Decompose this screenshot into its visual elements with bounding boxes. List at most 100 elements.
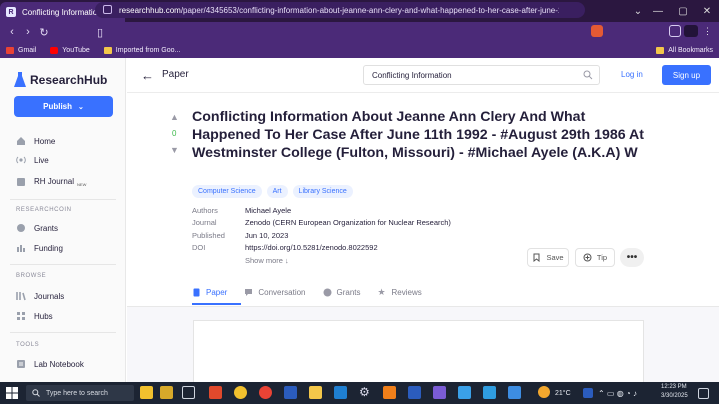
tray-icons[interactable]: ⌃ ▭ ◍ ◔ ♪ <box>598 389 637 398</box>
tip-button[interactable]: Tip <box>575 248 615 267</box>
taskbar-search-input[interactable]: Type here to search <box>26 385 134 401</box>
taskbar-widget-icon[interactable] <box>140 386 153 399</box>
taskbar-widget-icon[interactable] <box>160 386 173 399</box>
all-bookmarks-label: All Bookmarks <box>668 46 713 54</box>
taskbar-time[interactable]: 12:23 PM <box>661 384 687 390</box>
upvote-icon[interactable]: ▲ <box>170 112 179 122</box>
sidebar-item-rh-journal[interactable]: RH Journal NEW <box>16 176 86 187</box>
task-view-icon[interactable] <box>182 386 195 399</box>
bookmark-youtube[interactable]: YouTube <box>50 46 90 54</box>
publish-label: Publish <box>43 102 72 111</box>
meta-value-published: Jun 10, 2023 <box>245 231 289 240</box>
sidebar: ResearchHub Publish ⌄ Home Live RH Journ… <box>0 58 126 382</box>
active-tab-indicator <box>192 303 241 305</box>
taskbar-search-placeholder: Type here to search <box>46 389 108 397</box>
address-bar[interactable]: researchhub.com/paper/4345653/conflictin… <box>95 2 585 18</box>
sidebar-item-label: Funding <box>34 243 63 253</box>
sidebar-item-home[interactable]: Home <box>16 136 55 146</box>
meta-value-doi[interactable]: https://doi.org/10.5281/zenodo.8022592 <box>245 243 378 252</box>
maximize-icon[interactable]: ▢ <box>670 0 696 22</box>
new-badge: NEW <box>77 182 87 187</box>
taskbar-app-icon[interactable] <box>508 386 521 399</box>
minimize-icon[interactable]: — <box>645 0 671 22</box>
sidebar-item-label: Hubs <box>34 311 53 321</box>
logo-text: ResearchHub <box>30 73 108 87</box>
word-icon[interactable] <box>408 386 421 399</box>
tag-computer-science[interactable]: Computer Science <box>192 185 262 198</box>
tab-title: Conflicting Information About <box>22 7 107 17</box>
tip-icon <box>583 253 592 262</box>
weather-temp[interactable]: 21°C <box>555 390 571 397</box>
vlc-icon[interactable] <box>383 386 396 399</box>
windows-start-icon[interactable] <box>6 387 18 399</box>
back-nav-icon[interactable]: ‹ <box>4 26 20 38</box>
sidebar-item-hubs[interactable]: Hubs <box>16 311 53 321</box>
section-browse: BROWSE <box>16 273 47 279</box>
downvote-icon[interactable]: ▼ <box>170 145 179 155</box>
search-icon <box>32 389 40 397</box>
notebook-icon <box>17 360 25 368</box>
folder-icon <box>103 46 112 54</box>
chrome-icon[interactable] <box>259 386 272 399</box>
sidebar-item-label: Journals <box>34 291 65 301</box>
sidebar-item-live[interactable]: Live <box>16 155 49 165</box>
sidebar-item-funding[interactable]: Funding <box>16 243 63 253</box>
bookmark-gmail[interactable]: Gmail <box>6 46 37 54</box>
tag-library-science[interactable]: Library Science <box>292 185 353 198</box>
journals-icon <box>16 292 26 301</box>
live-icon <box>16 156 26 164</box>
tab-grants[interactable]: Grants <box>323 282 361 302</box>
sidebar-item-lab-notebook[interactable]: Lab Notebook <box>16 359 84 369</box>
word-icon[interactable] <box>284 386 297 399</box>
notifications-icon[interactable] <box>698 388 709 399</box>
bookmark-label: Gmail <box>18 46 37 54</box>
show-more-link[interactable]: Show more ↓ <box>245 256 289 265</box>
section-researchcoin: RESEARCHCOIN <box>16 207 72 213</box>
document-icon <box>193 288 200 296</box>
tag-art[interactable]: Art <box>266 185 288 198</box>
reload-icon[interactable]: ↻ <box>36 26 52 39</box>
funding-icon <box>17 245 25 252</box>
bookmark-imported[interactable]: Imported from Goo... <box>103 46 180 54</box>
meta-value-authors[interactable]: Michael Ayele <box>245 206 291 215</box>
search-input[interactable]: Conflicting Information <box>363 65 600 85</box>
bookmark-page-icon[interactable]: ▯ <box>92 26 108 39</box>
taskbar-app-icon[interactable] <box>483 386 496 399</box>
weather-icon[interactable] <box>538 386 550 398</box>
taskbar-app-icon[interactable] <box>433 386 446 399</box>
sidebar-item-label: Lab Notebook <box>34 359 84 369</box>
login-link[interactable]: Log in <box>621 70 643 79</box>
search-icon[interactable] <box>583 70 593 80</box>
profile-icon[interactable] <box>684 25 698 37</box>
researchhub-logo[interactable]: ResearchHub <box>14 72 107 88</box>
signup-button[interactable]: Sign up <box>662 65 711 85</box>
menu-icon[interactable]: ⋮ <box>703 25 712 37</box>
site-info-icon[interactable] <box>103 5 112 14</box>
paper-title: Conflicting Information About Jeanne Ann… <box>192 109 645 162</box>
publish-button[interactable]: Publish ⌄ <box>14 96 113 117</box>
paper-tabs: Paper Conversation Grants ★ Reviews <box>192 282 439 302</box>
back-arrow-icon[interactable]: ← <box>141 68 154 83</box>
brave-browser-icon[interactable] <box>209 386 222 399</box>
forward-nav-icon[interactable]: › <box>20 26 36 38</box>
tab-reviews[interactable]: ★ Reviews <box>378 282 422 302</box>
tab-paper[interactable]: Paper <box>192 282 227 302</box>
brave-shield-icon[interactable] <box>591 25 603 37</box>
taskbar-app-icon[interactable] <box>234 386 247 399</box>
more-options-icon[interactable]: ••• <box>620 248 644 267</box>
meta-value-journal[interactable]: Zenodo (CERN European Organization for N… <box>245 218 451 227</box>
meta-label-published: Published <box>192 231 225 240</box>
tray-app-icon[interactable] <box>583 388 593 398</box>
tab-conversation[interactable]: Conversation <box>244 282 306 302</box>
taskbar-app-icon[interactable] <box>458 386 471 399</box>
taskbar-app-icon[interactable] <box>334 386 347 399</box>
save-button[interactable]: Save <box>527 248 569 267</box>
close-window-icon[interactable]: ✕ <box>694 0 719 22</box>
all-bookmarks[interactable]: All Bookmarks <box>656 42 713 58</box>
settings-gear-icon[interactable]: ⚙ <box>359 386 372 399</box>
file-explorer-icon[interactable] <box>309 386 322 399</box>
sidebar-item-journals[interactable]: Journals <box>16 291 64 301</box>
sidebar-item-grants[interactable]: Grants <box>16 223 58 233</box>
taskbar-date[interactable]: 3/30/2025 <box>661 393 688 399</box>
sidebar-toggle-icon[interactable] <box>669 25 681 37</box>
